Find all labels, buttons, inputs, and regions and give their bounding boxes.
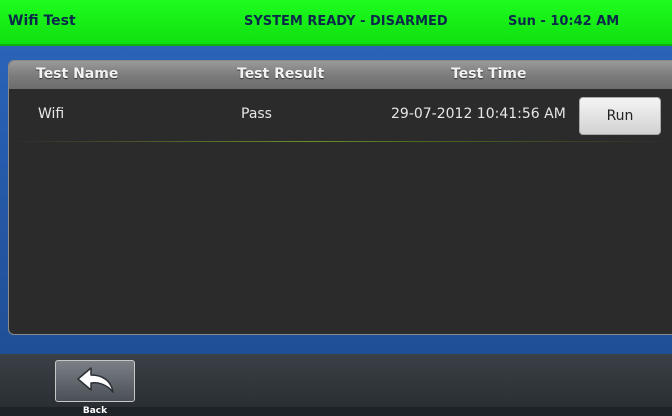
back-button[interactable]: Back — [55, 360, 135, 416]
bottom-bar: Back — [0, 354, 672, 416]
column-header-test-name: Test Name — [36, 66, 119, 82]
back-label: Back — [82, 406, 108, 416]
run-button[interactable]: Run — [579, 97, 661, 135]
table-row: Wifi Pass 29-07-2012 10:41:56 AM Run — [9, 89, 672, 142]
row-divider — [9, 141, 672, 142]
column-header-test-time: Test Time — [451, 66, 527, 82]
column-header-test-result: Test Result — [237, 66, 325, 82]
table-header: Test Name Test Result Test Time — [9, 61, 672, 89]
clock: Sun - 10:42 AM — [508, 14, 620, 29]
test-result-cell: Pass — [241, 106, 272, 122]
test-name-cell: Wifi — [38, 106, 65, 122]
status-bar: Wifi Test SYSTEM READY - DISARMED Sun - … — [0, 0, 672, 46]
test-time-cell: 29-07-2012 10:41:56 AM — [391, 106, 566, 122]
test-table: Test Name Test Result Test Time Wifi Pas… — [8, 60, 672, 335]
system-state: SYSTEM READY - DISARMED — [244, 14, 448, 29]
back-arrow-icon — [77, 367, 114, 393]
screen-title: Wifi Test — [8, 13, 76, 29]
